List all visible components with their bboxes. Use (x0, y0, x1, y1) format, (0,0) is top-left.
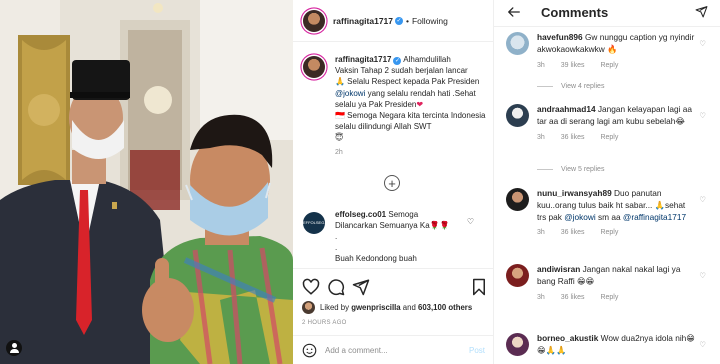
plus-circle-icon[interactable]: + (384, 175, 400, 191)
comment-avatar[interactable] (506, 333, 529, 356)
mention-link[interactable]: @jokowi (564, 212, 595, 222)
comment-likes[interactable]: 39 likes (561, 62, 585, 69)
likes-count[interactable]: 603,100 others (418, 303, 472, 312)
caption-text: yang selalu rendah (367, 88, 436, 98)
mention-link[interactable]: @jokowi (335, 89, 365, 98)
caption-text: 🇮🇩 Semoga Negara kita tercinta (335, 111, 449, 121)
post-header: raffinagita1717 ✓ • Following (293, 0, 494, 42)
comment-likes[interactable]: 36 likes (561, 294, 585, 301)
comments-header: Comments (494, 0, 720, 26)
caption-emoji: 😇 (335, 133, 344, 143)
caption-text: Alhamdulillah (403, 55, 451, 64)
comment-username[interactable]: effolseg.co01 (335, 210, 386, 219)
post-comment-button[interactable]: Post (469, 346, 485, 355)
comment-like-icon[interactable]: ♡ (467, 216, 474, 227)
verified-badge-icon: ✓ (395, 16, 403, 25)
reply-button[interactable]: Reply (600, 62, 618, 69)
comment-time: 3h (537, 61, 545, 69)
comment-time: 3h (537, 293, 545, 301)
author-username[interactable]: raffinagita1717 (333, 16, 393, 26)
liked-by-user[interactable]: gwenpriscilla (351, 303, 400, 312)
post-caption: raffinagita1717 ✓ Alhamdulillah Vaksin Ta… (303, 54, 488, 158)
comment-like-icon[interactable]: ♡ (699, 270, 706, 282)
comment-avatar[interactable]: EFFOLSEG.CO (303, 212, 331, 234)
comment-avatar[interactable] (506, 188, 529, 211)
comment-username[interactable]: havefun896 (537, 32, 583, 42)
comment-time: 3h (537, 133, 545, 141)
comment-item: havefun896 Gw nunggu caption yg nyindir … (506, 32, 716, 71)
heart-icon[interactable] (302, 278, 320, 296)
header-divider (494, 26, 720, 27)
comment-username[interactable]: andraahmad14 (537, 104, 596, 114)
comment-username[interactable]: nunu_irwansyah89 (537, 188, 612, 198)
comment-input[interactable] (325, 345, 469, 355)
comment-avatar[interactable] (506, 32, 529, 55)
comment-text: Dilancarkan Semuanya Ka🌹🌹 (335, 221, 450, 230)
caption-time: 2h (335, 148, 343, 156)
following-button[interactable]: Following (412, 16, 448, 26)
verified-badge-icon: ✓ (393, 57, 402, 65)
comment-avatar[interactable] (506, 104, 529, 127)
comments-panel: Comments havefun896 Gw nunggu caption yg… (494, 0, 720, 364)
comment-item: EFFOLSEG.CO effolseg.co01 Semoga Dilanca… (303, 209, 488, 264)
comment-time: 3h (537, 229, 545, 237)
comment-likes[interactable]: 36 likes (561, 229, 585, 236)
caption-text: Vaksin Tahap 2 sudah berjalan lancar (335, 66, 468, 76)
caption-text: Presiden (447, 77, 480, 87)
share-icon[interactable] (352, 278, 370, 296)
comment-like-icon[interactable]: ♡ (699, 110, 706, 122)
comment-likes[interactable]: 36 likes (561, 134, 585, 141)
add-comment-bar: Post (293, 335, 494, 364)
comment-text: . (335, 243, 338, 252)
comment-username[interactable]: andiwisran (537, 264, 580, 274)
likes-summary: Liked by gwenpriscilla and 603,100 other… (302, 301, 472, 314)
author-avatar[interactable] (303, 9, 325, 32)
view-replies-link[interactable]: View 5 replies (537, 166, 604, 173)
likes-and: and (402, 303, 416, 312)
comment-like-icon[interactable]: ♡ (699, 38, 706, 50)
caption-avatar[interactable] (303, 56, 325, 78)
mention-link[interactable]: @raffinagita1717 (623, 212, 686, 222)
comment-item: borneo_akustik Wow dua2nya idola nih😁😁🙏🙏… (506, 333, 716, 357)
view-replies-link[interactable]: View 4 replies (537, 83, 604, 90)
comment-icon[interactable] (327, 278, 345, 296)
reply-button[interactable]: Reply (600, 229, 618, 236)
comment-text: Semoga (388, 210, 419, 219)
user-tag-icon[interactable] (6, 340, 22, 356)
likes-prefix: Liked by (320, 303, 350, 312)
emoji-icon[interactable] (302, 343, 317, 358)
post-photo (0, 0, 293, 364)
comment-like-icon[interactable]: ♡ (699, 339, 706, 351)
caption-text: 🙏 Selalu Respect kepada Pak (335, 77, 446, 87)
comment-item: andraahmad14 Jangan kelayapan lagi aa ta… (506, 104, 716, 143)
photo-illustration (0, 0, 293, 364)
comment-item: nunu_irwansyah89 Duo panutan kuu..orang … (506, 188, 716, 239)
post-panel: raffinagita1717 ✓ • Following raffinagit… (293, 0, 494, 364)
bookmark-icon[interactable] (470, 278, 488, 296)
liker-avatar[interactable] (302, 301, 315, 314)
caption-username[interactable]: raffinagita1717 (335, 55, 391, 64)
comment-username[interactable]: borneo_akustik (537, 333, 598, 343)
comments-title: Comments (541, 5, 609, 20)
post-date: 2 HOURS AGO (302, 320, 347, 326)
reply-button[interactable]: Reply (600, 294, 618, 301)
back-arrow-icon[interactable] (507, 5, 521, 19)
header-separator: • (406, 15, 409, 26)
comment-text: Buah Kedondong buah (335, 254, 417, 263)
comment-item: andiwisran Jangan nakal nakal lagi ya ba… (506, 264, 716, 303)
send-icon[interactable] (695, 5, 708, 18)
comment-text: . (335, 232, 338, 241)
comment-avatar[interactable] (506, 264, 529, 287)
comment-text: sm aa (598, 211, 621, 222)
comment-like-icon[interactable]: ♡ (699, 194, 706, 206)
heart-emoji: ❤ (416, 99, 424, 109)
reply-button[interactable]: Reply (600, 134, 618, 141)
